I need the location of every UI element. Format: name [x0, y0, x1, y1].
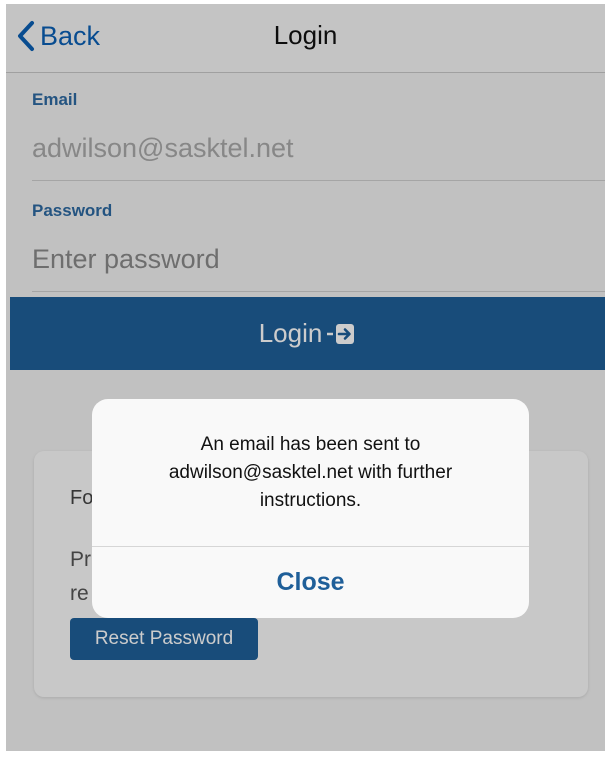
alert-dialog: An email has been sent to adwilson@saskt…	[92, 399, 529, 618]
login-screen: Back Login Email Password Login Fo Pr re…	[6, 4, 605, 751]
alert-message: An email has been sent to adwilson@saskt…	[168, 434, 453, 511]
modal-overlay	[6, 4, 605, 751]
close-button[interactable]: Close	[92, 547, 529, 618]
